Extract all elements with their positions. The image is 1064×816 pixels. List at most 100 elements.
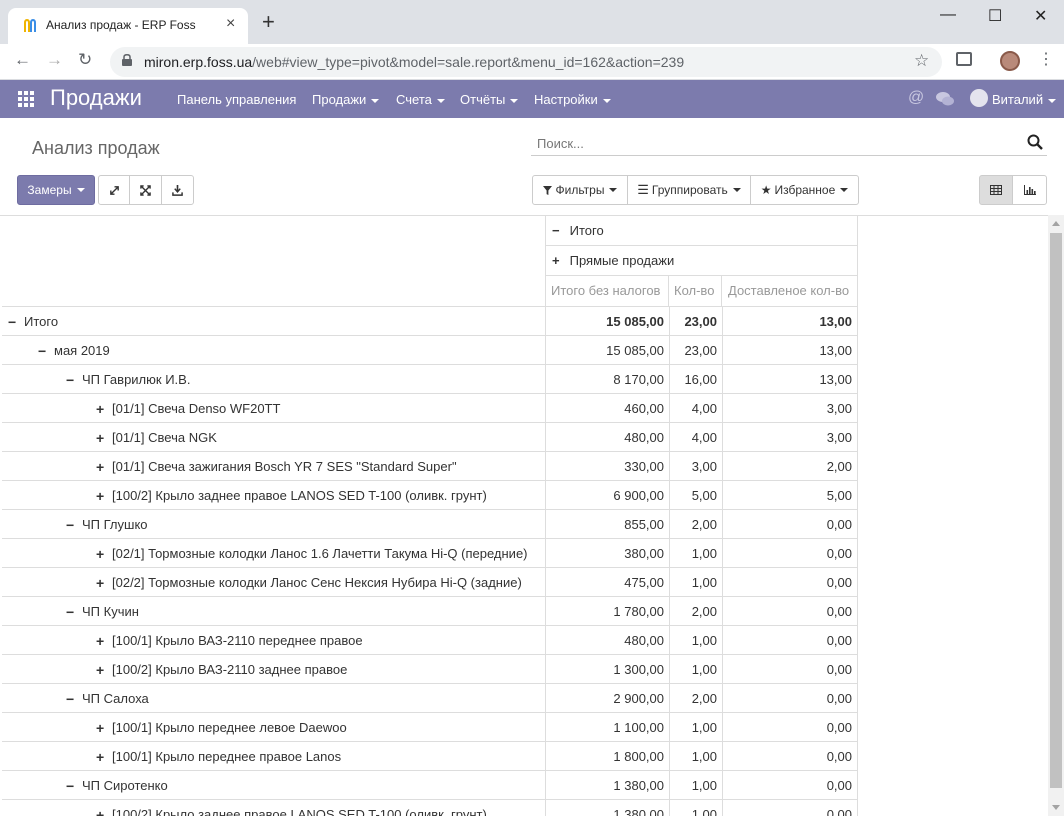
value-cell[interactable]: 3,00 (723, 394, 858, 423)
row-header[interactable]: + [02/2] Тормозные колодки Ланос Сенс Нек… (2, 568, 546, 597)
browser-menu-icon[interactable]: ⋮ (1038, 49, 1054, 69)
row-header[interactable]: + [100/2] Крыло заднее правое LANOS SED T… (2, 800, 546, 816)
row-header[interactable]: − ЧП Салоха (2, 684, 546, 713)
reload-icon[interactable]: ↻ (78, 50, 92, 70)
row-header[interactable]: − ЧП Глушко (2, 510, 546, 539)
value-cell[interactable]: 15 085,00 (546, 336, 670, 365)
value-cell[interactable]: 0,00 (723, 539, 858, 568)
value-cell[interactable]: 23,00 (670, 307, 723, 336)
menu-settings[interactable]: Настройки (534, 92, 611, 107)
profile-avatar[interactable] (1000, 51, 1020, 71)
value-cell[interactable]: 2,00 (670, 510, 723, 539)
user-avatar[interactable] (970, 89, 988, 107)
value-cell[interactable]: 16,00 (670, 365, 723, 394)
chat-icon[interactable] (936, 91, 954, 107)
row-header[interactable]: + [100/1] Крыло ВАЗ-2110 переднее правое (2, 626, 546, 655)
value-cell[interactable]: 480,00 (546, 423, 670, 452)
value-cell[interactable]: 475,00 (546, 568, 670, 597)
extension-icon[interactable] (956, 52, 972, 66)
window-close-icon[interactable]: ✕ (1034, 6, 1047, 26)
group-by-button[interactable]: ☰ Группировать (627, 175, 751, 205)
row-header[interactable]: − ЧП Гаврилюк И.В. (2, 365, 546, 394)
row-header[interactable]: + [100/1] Крыло переднее правое Lanos (2, 742, 546, 771)
search-input[interactable] (531, 130, 1021, 156)
scroll-down-arrow-icon[interactable] (1052, 805, 1060, 810)
measure-header-untaxed[interactable]: Итого без налогов (545, 276, 669, 307)
value-cell[interactable]: 2,00 (670, 597, 723, 626)
value-cell[interactable]: 15 085,00 (546, 307, 670, 336)
row-header[interactable]: − ЧП Кучин (2, 597, 546, 626)
scroll-up-arrow-icon[interactable] (1052, 221, 1060, 226)
value-cell[interactable]: 1 380,00 (546, 800, 670, 816)
value-cell[interactable]: 5,00 (723, 481, 858, 510)
menu-invoices[interactable]: Счета (396, 92, 445, 107)
row-header[interactable]: + [01/1] Свеча Denso WF20TT (2, 394, 546, 423)
mentions-icon[interactable]: @ (908, 89, 924, 107)
value-cell[interactable]: 13,00 (723, 336, 858, 365)
value-cell[interactable]: 0,00 (723, 742, 858, 771)
row-header[interactable]: − мая 2019 (2, 336, 546, 365)
value-cell[interactable]: 1,00 (670, 713, 723, 742)
row-header[interactable]: + [100/2] Крыло заднее правое LANOS SED T… (2, 481, 546, 510)
value-cell[interactable]: 1,00 (670, 568, 723, 597)
new-tab-icon[interactable]: + (262, 11, 275, 33)
row-header[interactable]: + [01/1] Свеча NGK (2, 423, 546, 452)
value-cell[interactable]: 855,00 (546, 510, 670, 539)
window-minimize-icon[interactable]: — (940, 6, 956, 24)
pivot-view-button[interactable] (979, 175, 1013, 205)
browser-tab[interactable]: Анализ продаж - ERP Foss × (8, 8, 248, 44)
value-cell[interactable]: 0,00 (723, 626, 858, 655)
forward-arrow-icon[interactable]: → (46, 50, 63, 70)
value-cell[interactable]: 0,00 (723, 800, 858, 816)
row-header[interactable]: + [100/2] Крыло ВАЗ-2110 заднее правое (2, 655, 546, 684)
filters-button[interactable]: Фильтры (532, 175, 628, 205)
value-cell[interactable]: 480,00 (546, 626, 670, 655)
measure-header-qty[interactable]: Кол-во (669, 276, 722, 307)
value-cell[interactable]: 1 380,00 (546, 771, 670, 800)
value-cell[interactable]: 13,00 (723, 307, 858, 336)
flip-axis-button[interactable] (98, 175, 130, 205)
window-maximize-icon[interactable]: ☐ (988, 6, 1002, 26)
measure-header-delivered[interactable]: Доставленое кол-во (722, 276, 858, 307)
address-bar[interactable]: miron.erp.foss.ua/web#view_type=pivot&mo… (110, 47, 942, 77)
col-header-direct-sales[interactable]: + Прямые продажи (545, 246, 858, 276)
menu-reports[interactable]: Отчёты (460, 92, 519, 107)
value-cell[interactable]: 1 780,00 (546, 597, 670, 626)
favorites-button[interactable]: ★ Избранное (750, 175, 859, 205)
bookmark-star-icon[interactable]: ☆ (914, 51, 929, 71)
row-header[interactable]: − Итого (2, 307, 546, 336)
value-cell[interactable]: 1 100,00 (546, 713, 670, 742)
graph-view-button[interactable] (1012, 175, 1047, 205)
expand-all-button[interactable] (129, 175, 162, 205)
value-cell[interactable]: 3,00 (670, 452, 723, 481)
value-cell[interactable]: 6 900,00 (546, 481, 670, 510)
scroll-thumb[interactable] (1050, 233, 1062, 788)
value-cell[interactable]: 380,00 (546, 539, 670, 568)
download-button[interactable] (161, 175, 194, 205)
value-cell[interactable]: 2 900,00 (546, 684, 670, 713)
value-cell[interactable]: 330,00 (546, 452, 670, 481)
value-cell[interactable]: 3,00 (723, 423, 858, 452)
value-cell[interactable]: 5,00 (670, 481, 723, 510)
row-header[interactable]: + [02/1] Тормозные колодки Ланос 1.6 Лаче… (2, 539, 546, 568)
value-cell[interactable]: 0,00 (723, 771, 858, 800)
col-header-total[interactable]: − Итого (545, 216, 858, 246)
value-cell[interactable]: 1 300,00 (546, 655, 670, 684)
value-cell[interactable]: 0,00 (723, 713, 858, 742)
value-cell[interactable]: 23,00 (670, 336, 723, 365)
value-cell[interactable]: 4,00 (670, 394, 723, 423)
value-cell[interactable]: 0,00 (723, 568, 858, 597)
apps-grid-icon[interactable] (18, 91, 34, 107)
row-header[interactable]: − ЧП Сиротенко (2, 771, 546, 800)
back-arrow-icon[interactable]: ← (14, 50, 31, 70)
value-cell[interactable]: 2,00 (723, 452, 858, 481)
value-cell[interactable]: 1,00 (670, 539, 723, 568)
value-cell[interactable]: 0,00 (723, 597, 858, 626)
value-cell[interactable]: 1,00 (670, 626, 723, 655)
value-cell[interactable]: 2,00 (670, 684, 723, 713)
value-cell[interactable]: 0,00 (723, 684, 858, 713)
value-cell[interactable]: 1 800,00 (546, 742, 670, 771)
value-cell[interactable]: 13,00 (723, 365, 858, 394)
value-cell[interactable]: 1,00 (670, 655, 723, 684)
value-cell[interactable]: 0,00 (723, 510, 858, 539)
